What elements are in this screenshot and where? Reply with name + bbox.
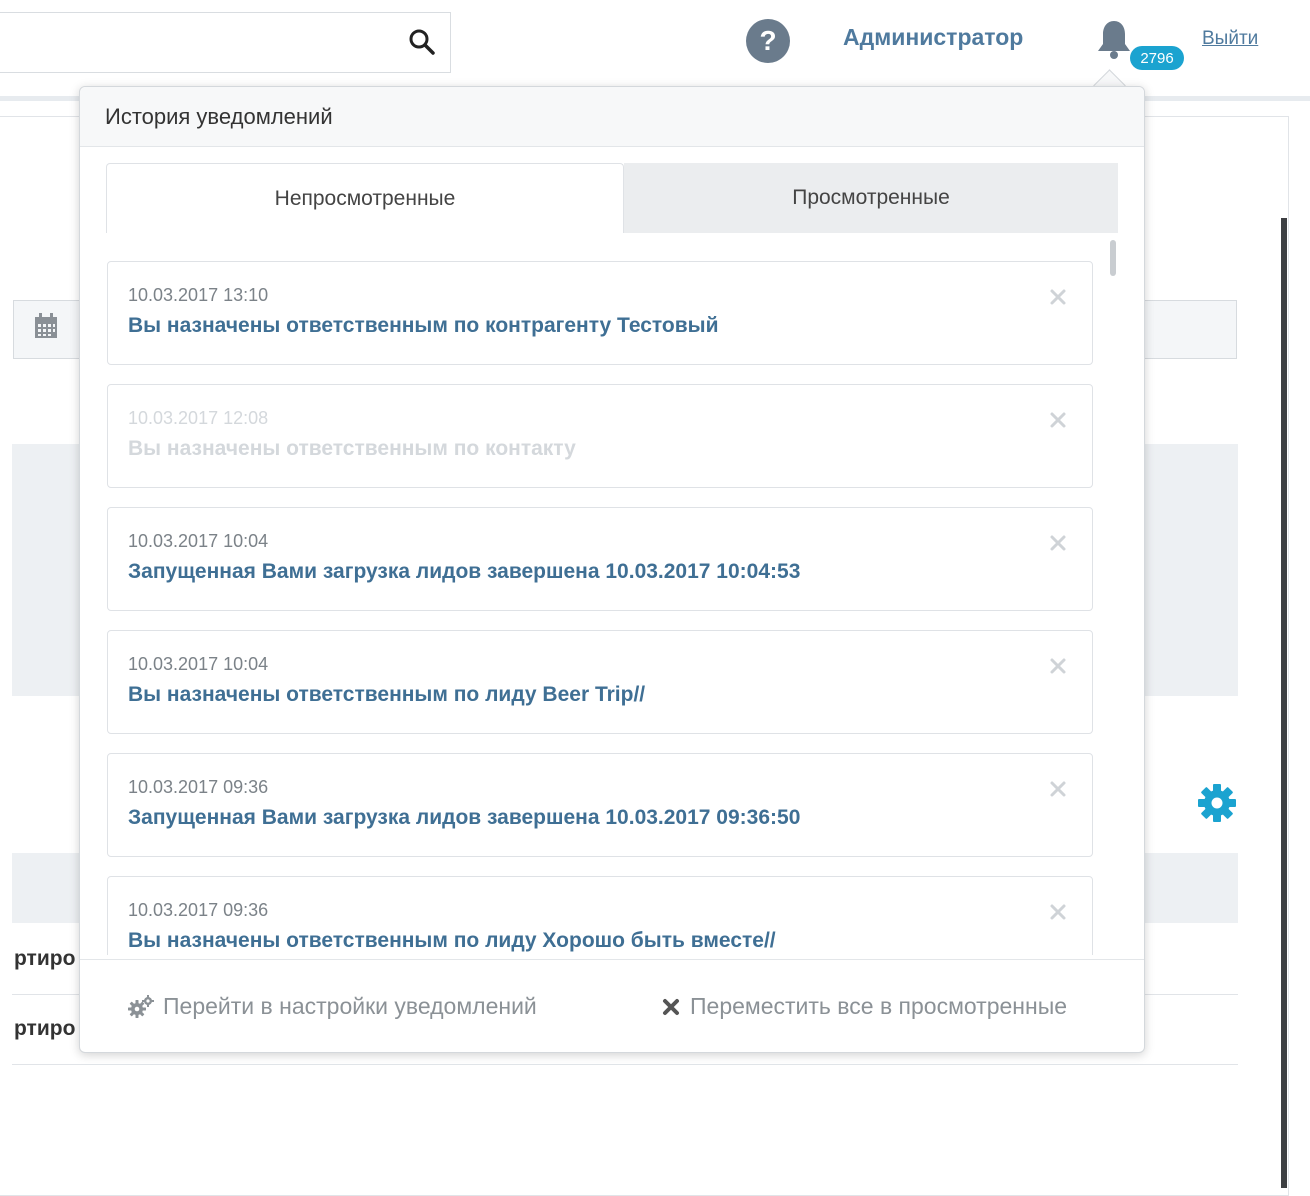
popover-title: История уведомлений bbox=[105, 104, 333, 129]
close-icon[interactable] bbox=[1049, 411, 1067, 429]
notification-time: 10.03.2017 10:04 bbox=[128, 654, 269, 674]
tab-read[interactable]: Просмотренные bbox=[624, 163, 1118, 233]
notification-item[interactable]: 10.03.2017 13:10 Вы назначены ответствен… bbox=[107, 261, 1093, 365]
gear-icon[interactable] bbox=[1196, 782, 1238, 824]
help-icon[interactable]: ? bbox=[746, 19, 790, 63]
list-scrollbar[interactable] bbox=[1110, 240, 1116, 276]
notification-item[interactable]: 10.03.2017 10:04 Вы назначены ответствен… bbox=[107, 630, 1093, 734]
popover-footer: Перейти в настройки уведомлений Перемест… bbox=[80, 959, 1144, 1053]
logout-link[interactable]: Выйти bbox=[1202, 28, 1258, 50]
notification-text[interactable]: Запущенная Вами загрузка лидов завершена… bbox=[128, 806, 800, 830]
close-icon[interactable] bbox=[1049, 534, 1067, 552]
notification-count-badge: 2796 bbox=[1130, 46, 1184, 70]
notifications-popover: История уведомлений Непросмотренные Прос… bbox=[79, 86, 1145, 1053]
notification-text[interactable]: Вы назначены ответственным по контакту bbox=[128, 437, 576, 461]
close-icon[interactable] bbox=[1049, 288, 1067, 306]
tab-unread[interactable]: Непросмотренные bbox=[106, 163, 624, 233]
table-cell: ртиро bbox=[14, 947, 76, 970]
notification-time: 10.03.2017 09:36 bbox=[128, 900, 269, 920]
notification-item[interactable]: 10.03.2017 10:04 Запущенная Вами загрузк… bbox=[107, 507, 1093, 611]
notification-text[interactable]: Запущенная Вами загрузка лидов завершена… bbox=[128, 560, 800, 584]
notification-text[interactable]: Вы назначены ответственным по лиду Beer … bbox=[128, 683, 645, 707]
notification-time: 10.03.2017 10:04 bbox=[128, 531, 269, 551]
page-scrollbar[interactable] bbox=[1281, 218, 1287, 1188]
search-icon[interactable] bbox=[407, 27, 437, 57]
notification-text[interactable]: Вы назначены ответственным по лиду Хорош… bbox=[128, 929, 776, 953]
mark-all-read-link[interactable]: Переместить все в просмотренные bbox=[662, 993, 1067, 1020]
table-cell: ртиро bbox=[14, 1017, 76, 1040]
search-input[interactable] bbox=[0, 12, 451, 73]
notification-item[interactable]: 10.03.2017 09:36 Запущенная Вами загрузк… bbox=[107, 753, 1093, 857]
notification-item[interactable]: 10.03.2017 12:08 Вы назначены ответствен… bbox=[107, 384, 1093, 488]
settings-link-label[interactable]: Перейти в настройки уведомлений bbox=[163, 993, 537, 1020]
calendar-icon[interactable] bbox=[34, 313, 58, 339]
notification-time: 10.03.2017 13:10 bbox=[128, 285, 269, 305]
gears-icon bbox=[128, 994, 154, 1018]
mark-all-read-label[interactable]: Переместить все в просмотренные bbox=[690, 993, 1067, 1020]
x-icon bbox=[663, 998, 679, 1015]
notification-time: 10.03.2017 09:36 bbox=[128, 777, 269, 797]
close-icon[interactable] bbox=[1049, 780, 1067, 798]
notification-list[interactable]: 10.03.2017 13:10 Вы назначены ответствен… bbox=[106, 237, 1118, 955]
bell-icon[interactable] bbox=[1094, 18, 1134, 60]
popover-header: История уведомлений bbox=[80, 87, 1144, 147]
notification-item[interactable]: 10.03.2017 09:36 Вы назначены ответствен… bbox=[107, 876, 1093, 955]
notification-text[interactable]: Вы назначены ответственным по контрагент… bbox=[128, 314, 719, 338]
close-icon[interactable] bbox=[1049, 903, 1067, 921]
close-icon[interactable] bbox=[1049, 657, 1067, 675]
notification-settings-link[interactable]: Перейти в настройки уведомлений bbox=[128, 993, 537, 1020]
user-name[interactable]: Администратор bbox=[843, 24, 1023, 51]
notification-time: 10.03.2017 12:08 bbox=[128, 408, 269, 428]
